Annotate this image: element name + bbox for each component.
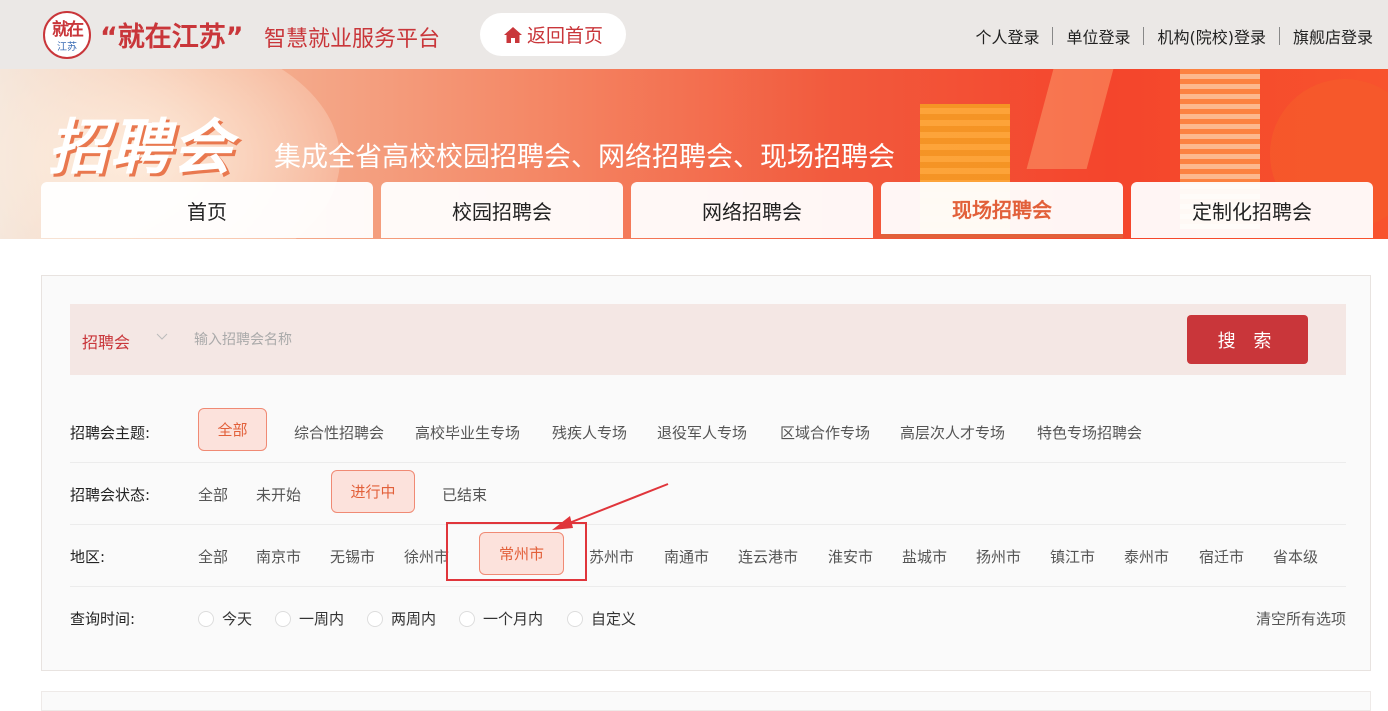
region-option[interactable]: 扬州市 — [976, 546, 1021, 567]
region-option[interactable]: 镇江市 — [1050, 546, 1095, 567]
status-option[interactable]: 已结束 — [442, 484, 487, 505]
login-links: 个人登录 单位登录 机构(院校)登录 旗舰店登录 — [975, 24, 1373, 48]
banner-subtitle: 集成全省高校校园招聘会、网络招聘会、现场招聘会 — [274, 142, 895, 173]
theme-option[interactable]: 综合性招聘会 — [294, 422, 384, 443]
tab-online-fair[interactable]: 网络招聘会 — [631, 182, 873, 238]
flagship-login-link[interactable]: 旗舰店登录 — [1293, 24, 1373, 48]
logo-text-top: 就在 — [52, 20, 84, 40]
filter-label-time: 查询时间: — [70, 610, 136, 628]
results-card — [41, 691, 1371, 711]
logo-text-bottom: 江苏 — [57, 42, 77, 53]
time-radio-month[interactable]: 一个月内 — [459, 608, 543, 629]
radio-circle-icon — [567, 610, 583, 627]
divider — [1143, 27, 1145, 45]
region-option[interactable]: 省本级 — [1273, 546, 1318, 567]
region-option[interactable]: 南京市 — [256, 546, 301, 567]
region-option[interactable]: 盐城市 — [902, 546, 947, 567]
radio-circle-icon — [198, 610, 214, 627]
theme-option[interactable]: 高校毕业生专场 — [415, 422, 520, 443]
radio-circle-icon — [367, 610, 383, 627]
filter-label-region: 地区: — [70, 548, 106, 566]
region-option[interactable]: 无锡市 — [330, 546, 375, 567]
filter-label-status: 招聘会状态: — [70, 486, 151, 504]
region-option[interactable]: 全部 — [198, 546, 228, 567]
filter-label-theme: 招聘会主题: — [70, 424, 151, 442]
home-icon — [503, 26, 522, 43]
radio-label: 两周内 — [391, 610, 437, 628]
status-option[interactable]: 全部 — [198, 484, 228, 505]
theme-option[interactable]: 高层次人才专场 — [900, 422, 1005, 443]
search-bar: 招聘会 搜 索 — [70, 304, 1346, 375]
radio-circle-icon — [459, 610, 475, 627]
brand-name: “就在江苏” — [100, 22, 244, 53]
time-radio-two-weeks[interactable]: 两周内 — [367, 608, 436, 629]
clear-all-options-link[interactable]: 清空所有选项 — [1256, 608, 1346, 629]
top-bar: 就在 江苏 “就在江苏” 智慧就业服务平台 返回首页 个人登录 单位登录 机构(… — [0, 0, 1388, 69]
theme-option[interactable]: 退役军人专场 — [657, 422, 747, 443]
home-button[interactable]: 返回首页 — [480, 13, 626, 56]
filter-row-status: 招聘会状态: 全部 未开始 进行中 已结束 — [70, 462, 1346, 525]
banner-decoration — [1026, 69, 1114, 169]
theme-option[interactable]: 特色专场招聘会 — [1037, 422, 1142, 443]
time-radio-week[interactable]: 一周内 — [275, 608, 344, 629]
tab-campus-fair[interactable]: 校园招聘会 — [381, 182, 623, 238]
status-option[interactable]: 未开始 — [256, 484, 301, 505]
filter-panel: 招聘会 搜 索 招聘会主题: 全部 综合性招聘会 高校毕业生专场 残疾人专场 退… — [41, 275, 1371, 671]
search-type-select[interactable]: 招聘会 — [82, 329, 130, 353]
tab-home[interactable]: 首页 — [41, 182, 373, 238]
search-button[interactable]: 搜 索 — [1187, 315, 1308, 364]
region-option[interactable]: 淮安市 — [828, 546, 873, 567]
search-input[interactable] — [194, 327, 1094, 353]
theme-option-all[interactable]: 全部 — [198, 408, 267, 451]
region-option[interactable]: 泰州市 — [1124, 546, 1169, 567]
personal-login-link[interactable]: 个人登录 — [975, 24, 1039, 48]
region-option[interactable]: 宿迁市 — [1199, 546, 1244, 567]
brand-subtitle: 智慧就业服务平台 — [264, 27, 441, 52]
filter-row-time: 查询时间: 今天 一周内 两周内 一个月内 自定义 清空所有选项 — [70, 586, 1346, 648]
main-tabs: 首页 校园招聘会 网络招聘会 现场招聘会 定制化招聘会 — [41, 182, 1373, 238]
annotation-arrow-icon — [552, 483, 669, 530]
divider — [1278, 27, 1280, 45]
home-button-label: 返回首页 — [526, 25, 603, 47]
divider — [1052, 27, 1054, 45]
status-option-in-progress[interactable]: 进行中 — [331, 470, 415, 513]
institution-login-link[interactable]: 机构(院校)登录 — [1157, 24, 1266, 48]
filter-row-region: 地区: 全部 南京市 无锡市 徐州市 常州市 苏州市 南通市 连云港市 淮安市 … — [70, 524, 1346, 587]
radio-label: 自定义 — [591, 610, 637, 628]
banner-title: 招聘会 — [48, 113, 234, 183]
company-login-link[interactable]: 单位登录 — [1066, 24, 1130, 48]
time-radio-custom[interactable]: 自定义 — [567, 608, 636, 629]
time-radio-today[interactable]: 今天 — [198, 608, 252, 629]
tab-custom-fair[interactable]: 定制化招聘会 — [1131, 182, 1373, 238]
radio-label: 一个月内 — [483, 610, 544, 628]
region-option[interactable]: 连云港市 — [738, 546, 798, 567]
radio-circle-icon — [275, 610, 291, 627]
chevron-down-icon[interactable] — [156, 330, 168, 342]
theme-option[interactable]: 残疾人专场 — [552, 422, 627, 443]
region-option[interactable]: 徐州市 — [404, 546, 449, 567]
region-option[interactable]: 苏州市 — [589, 546, 634, 567]
radio-label: 今天 — [222, 610, 253, 628]
site-logo[interactable]: 就在 江苏 — [43, 11, 91, 59]
radio-label: 一周内 — [299, 610, 345, 628]
theme-option[interactable]: 区域合作专场 — [780, 422, 870, 443]
filter-row-theme: 招聘会主题: 全部 综合性招聘会 高校毕业生专场 残疾人专场 退役军人专场 区域… — [70, 400, 1346, 463]
region-option[interactable]: 南通市 — [664, 546, 709, 567]
tab-onsite-fair[interactable]: 现场招聘会 — [881, 182, 1123, 238]
